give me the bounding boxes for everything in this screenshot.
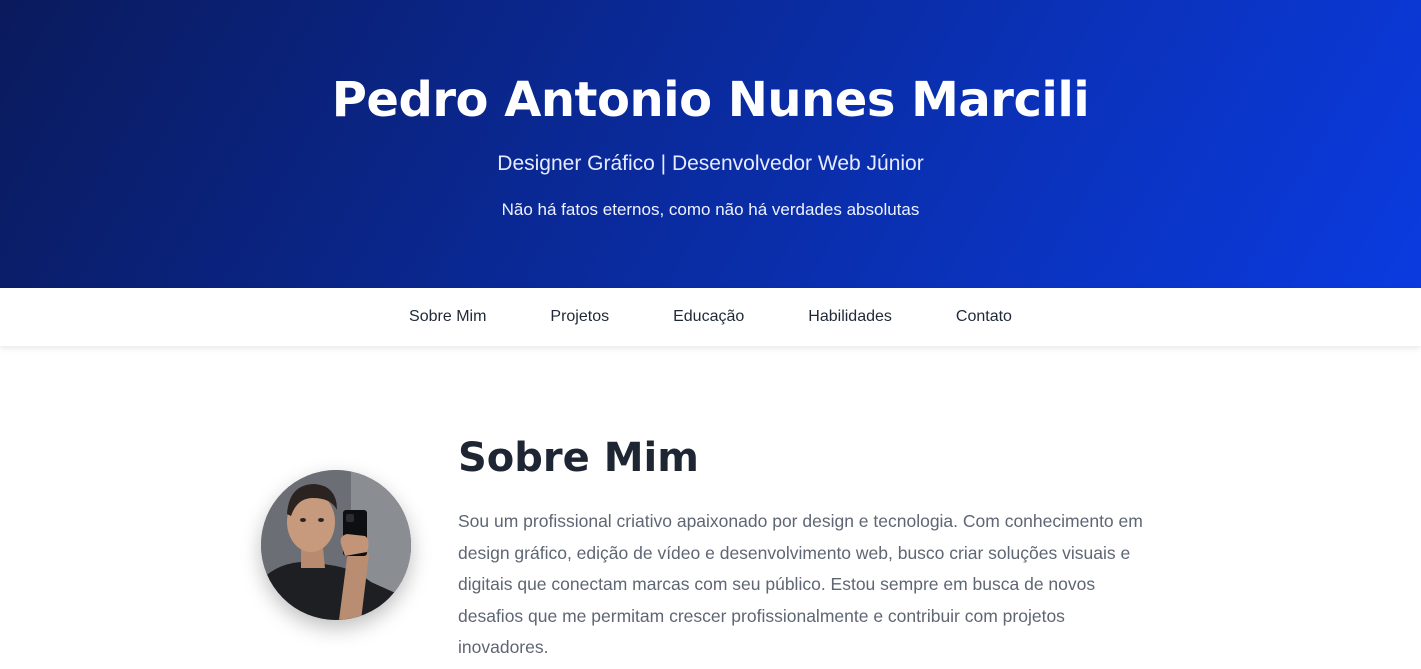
profile-photo-illustration (261, 470, 411, 620)
nav-link-projetos[interactable]: Projetos (550, 308, 609, 326)
hero-name: Pedro Antonio Nunes Marcili (331, 72, 1090, 128)
about-title: Sobre Mim (458, 435, 699, 481)
nav-link-educacao[interactable]: Educação (673, 308, 744, 326)
about-paragraph: Sou um profissional criativo apaixonado … (458, 511, 1143, 657)
nav-link-habilidades[interactable]: Habilidades (808, 308, 892, 326)
hero-subtitle: Designer Gráfico | Desenvolvedor Web Jún… (497, 152, 924, 175)
hero-quote: Não há fatos eternos, como não há verdad… (501, 200, 920, 219)
about-section: Sobre Mim Sou um profissional criativo a… (0, 346, 1421, 669)
main-nav: Sobre Mim Projetos Educação Habilidades … (0, 288, 1421, 346)
nav-link-contato[interactable]: Contato (956, 308, 1012, 326)
profile-photo (261, 470, 411, 620)
hero-header: Pedro Antonio Nunes Marcili Designer Grá… (0, 0, 1421, 288)
nav-link-sobre-mim[interactable]: Sobre Mim (409, 308, 486, 326)
